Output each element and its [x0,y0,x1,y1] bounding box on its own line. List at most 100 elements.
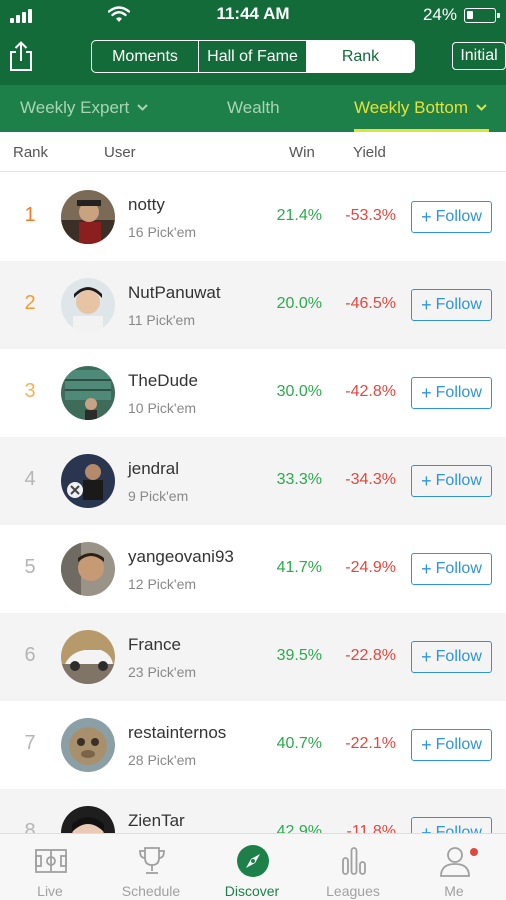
initial-button[interactable]: Initial [452,42,506,70]
ranking-list[interactable]: 1 notty 16 Pick'em 21.4% -53.3% + Follow … [0,173,506,833]
follow-label: Follow [435,560,482,577]
ranking-row[interactable]: 2 NutPanuwat 11 Pick'em 20.0% -46.5% + Fo… [0,261,506,349]
user-name[interactable]: jendral [128,459,179,479]
plus-icon: + [421,822,432,834]
win-rate: 20.0% [276,295,322,312]
win-rate: 39.5% [276,647,322,664]
plus-icon: + [421,558,432,579]
win-rate: 33.3% [276,471,322,488]
compass-icon [237,845,269,877]
tab-label: Leagues [326,883,380,899]
tab-me[interactable]: Me [404,834,504,900]
avatar[interactable] [61,630,115,684]
user-name[interactable]: restainternos [128,723,226,743]
avatar[interactable] [61,366,115,420]
follow-label: Follow [435,208,482,225]
user-name[interactable]: France [128,635,181,655]
tab-discover[interactable]: Discover [202,834,302,900]
ranking-row[interactable]: 3 TheDude 10 Pick'em 30.0% -42.8% + Follo… [0,349,506,437]
win-rate: 21.4% [276,207,322,224]
plus-icon: + [421,382,432,403]
user-name[interactable]: notty [128,195,165,215]
rank-number: 3 [24,380,36,402]
follow-label: Follow [435,824,482,833]
follow-button[interactable]: + Follow [411,553,492,585]
segment-rank[interactable]: Rank [307,41,414,72]
tab-bar: Live Schedule Discover Leagues Me [0,833,506,900]
user-name[interactable]: TheDude [128,371,198,391]
pickem-count: 10 Pick'em [128,400,197,416]
avatar[interactable] [61,278,115,332]
tab-leagues[interactable]: Leagues [303,834,403,900]
tab-live[interactable]: Live [0,834,100,900]
trophy-icon [139,847,165,874]
follow-button[interactable]: + Follow [411,465,492,497]
follow-button[interactable]: + Follow [411,641,492,673]
subtab-label: Weekly Expert [20,98,130,117]
ranking-row[interactable]: 6 France 23 Pick'em 39.5% -22.8% + Follow [0,613,506,701]
rank-number: 4 [24,468,36,490]
avatar[interactable] [61,806,115,833]
plus-icon: + [421,294,432,315]
tab-schedule[interactable]: Schedule [101,834,201,900]
follow-label: Follow [435,736,482,753]
segmented-control: Moments Hall of Fame Rank [91,40,415,73]
pickem-count: 12 Pick'em [128,576,197,592]
subtab-wealth[interactable]: Wealth [227,98,280,118]
user-name[interactable]: NutPanuwat [128,283,221,303]
nav-bar: Moments Hall of Fame Rank Initial [0,30,506,85]
chevron-down-icon [137,104,148,111]
column-header: Rank User Win Yield [0,132,506,172]
share-icon[interactable] [7,40,35,72]
subtab-weekly-expert[interactable]: Weekly Expert [20,98,148,118]
avatar[interactable] [61,190,115,244]
rank-number: 8 [24,820,36,833]
pickem-count: 16 Pick'em [128,224,197,240]
win-rate: 42.9% [276,823,322,833]
avatar[interactable] [61,542,115,596]
follow-button[interactable]: + Follow [411,289,492,321]
pickem-count: 23 Pick'em [128,664,197,680]
segment-moments[interactable]: Moments [92,41,199,72]
segment-hall-of-fame[interactable]: Hall of Fame [199,41,307,72]
follow-button[interactable]: + Follow [411,729,492,761]
avatar[interactable] [61,454,115,508]
column-yield: Yield [353,144,386,161]
ranking-row[interactable]: 4 jendral 9 Pick'em 33.3% -34.3% + Follow [0,437,506,525]
battery-percent: 24% [422,5,457,24]
yield-value: -22.1% [345,735,396,752]
subtab-label: Wealth [227,98,280,117]
plus-icon: + [421,206,432,227]
plus-icon: + [421,646,432,667]
battery-icon [464,8,500,23]
follow-button[interactable]: + Follow [411,377,492,409]
ranking-row[interactable]: 5 yangeovani93 12 Pick'em 41.7% -24.9% +… [0,525,506,613]
yield-value: -22.8% [345,647,396,664]
tab-label: Me [444,883,464,899]
follow-label: Follow [435,648,482,665]
user-name[interactable]: ZienTar [128,811,185,831]
avatar[interactable] [61,718,115,772]
person-icon [440,847,470,877]
follow-label: Follow [435,296,482,313]
plus-icon: + [421,734,432,755]
subtab-label: Weekly Bottom [354,98,469,117]
ranking-row[interactable]: 8 ZienTar 42.9% -11.8% + Follow [0,789,506,833]
pitch-icon [35,849,67,873]
pickem-count: 9 Pick'em [128,488,189,504]
follow-button[interactable]: + Follow [411,201,492,233]
subtab-weekly-bottom[interactable]: Weekly Bottom [354,98,487,118]
rank-number: 7 [24,732,36,754]
rank-number: 6 [24,644,36,666]
bar-chart-icon [342,847,366,875]
tab-label: Schedule [121,883,181,899]
yield-value: -24.9% [345,559,396,576]
tab-label: Live [37,883,63,899]
rank-number: 2 [24,292,36,314]
ranking-row[interactable]: 7 restainternos 28 Pick'em 40.7% -22.1% … [0,701,506,789]
ranking-row[interactable]: 1 notty 16 Pick'em 21.4% -53.3% + Follow [0,173,506,261]
follow-button[interactable]: + Follow [411,817,492,833]
follow-label: Follow [435,384,482,401]
user-name[interactable]: yangeovani93 [128,547,234,567]
chevron-down-icon [476,104,487,111]
